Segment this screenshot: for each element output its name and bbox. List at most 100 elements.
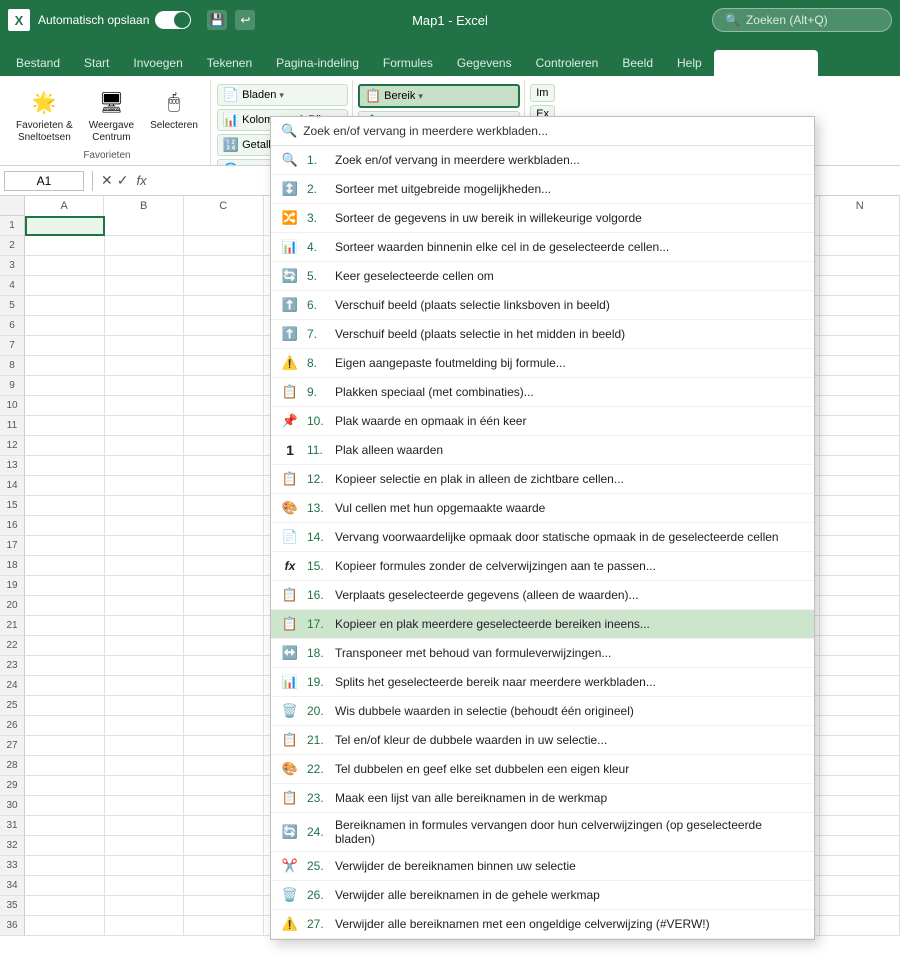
grid-cell[interactable]: [25, 576, 105, 596]
dropdown-item[interactable]: 📋9.Plakken speciaal (met combinaties)...: [271, 378, 814, 407]
grid-cell[interactable]: [184, 576, 264, 596]
grid-cell[interactable]: [820, 616, 900, 636]
grid-cell[interactable]: [25, 796, 105, 816]
grid-cell[interactable]: [820, 316, 900, 336]
grid-cell[interactable]: [820, 276, 900, 296]
grid-cell[interactable]: [820, 916, 900, 936]
grid-cell[interactable]: [820, 636, 900, 656]
grid-cell[interactable]: [184, 476, 264, 496]
grid-cell[interactable]: [184, 816, 264, 836]
dropdown-item[interactable]: 📋21.Tel en/of kleur de dubbele waarden i…: [271, 726, 814, 755]
grid-cell[interactable]: [25, 356, 105, 376]
grid-cell[interactable]: [820, 496, 900, 516]
grid-cell[interactable]: [184, 276, 264, 296]
grid-cell[interactable]: [105, 896, 185, 916]
dropdown-item[interactable]: 🗑️26.Verwijder alle bereiknamen in de ge…: [271, 881, 814, 910]
grid-cell[interactable]: [105, 476, 185, 496]
grid-cell[interactable]: [184, 236, 264, 256]
grid-cell[interactable]: [25, 716, 105, 736]
col-header-n[interactable]: N: [820, 196, 900, 216]
grid-cell[interactable]: [820, 576, 900, 596]
grid-cell[interactable]: [105, 576, 185, 596]
grid-cell[interactable]: [105, 736, 185, 756]
tab-asap-utilities[interactable]: ASAP Utilities: [714, 50, 818, 76]
grid-cell[interactable]: [25, 316, 105, 336]
bladen-button[interactable]: 📄 Bladen ▾: [217, 84, 348, 106]
search-box[interactable]: 🔍 Zoeken (Alt+Q): [712, 8, 892, 32]
col-header-a[interactable]: A: [25, 196, 105, 216]
grid-cell[interactable]: [25, 416, 105, 436]
grid-cell[interactable]: [25, 896, 105, 916]
grid-cell[interactable]: [25, 616, 105, 636]
grid-cell[interactable]: [184, 736, 264, 756]
undo-icon[interactable]: ↩: [235, 10, 255, 30]
dropdown-item[interactable]: 📌10.Plak waarde en opmaak in één keer: [271, 407, 814, 436]
grid-cell[interactable]: [820, 476, 900, 496]
grid-cell[interactable]: [105, 336, 185, 356]
tab-beeld[interactable]: Beeld: [610, 50, 665, 76]
grid-cell[interactable]: [184, 336, 264, 356]
grid-cell[interactable]: [820, 556, 900, 576]
grid-cell[interactable]: [820, 296, 900, 316]
grid-cell[interactable]: [105, 256, 185, 276]
grid-cell[interactable]: [105, 796, 185, 816]
grid-cell[interactable]: [184, 596, 264, 616]
grid-cell[interactable]: [25, 856, 105, 876]
grid-cell[interactable]: [820, 396, 900, 416]
grid-cell[interactable]: [820, 716, 900, 736]
dropdown-item[interactable]: 📊19.Splits het geselecteerde bereik naar…: [271, 668, 814, 697]
grid-cell[interactable]: [25, 916, 105, 936]
tab-invoegen[interactable]: Invoegen: [121, 50, 194, 76]
grid-cell[interactable]: [820, 896, 900, 916]
grid-cell[interactable]: [25, 216, 105, 236]
grid-cell[interactable]: [105, 856, 185, 876]
grid-cell[interactable]: [105, 416, 185, 436]
dropdown-item[interactable]: ✂️25.Verwijder de bereiknamen binnen uw …: [271, 852, 814, 881]
dropdown-item[interactable]: 📄14.Vervang voorwaardelijke opmaak door …: [271, 523, 814, 552]
tab-start[interactable]: Start: [72, 50, 121, 76]
grid-cell[interactable]: [184, 496, 264, 516]
dropdown-item[interactable]: ↔️18.Transponeer met behoud van formulev…: [271, 639, 814, 668]
grid-cell[interactable]: [25, 596, 105, 616]
grid-cell[interactable]: [105, 676, 185, 696]
grid-cell[interactable]: [105, 696, 185, 716]
dropdown-item[interactable]: 🎨22.Tel dubbelen en geef elke set dubbel…: [271, 755, 814, 784]
grid-cell[interactable]: [184, 896, 264, 916]
grid-cell[interactable]: [184, 876, 264, 896]
tab-gegevens[interactable]: Gegevens: [445, 50, 524, 76]
autosave-toggle[interactable]: [155, 11, 191, 29]
grid-cell[interactable]: [820, 256, 900, 276]
grid-cell[interactable]: [25, 496, 105, 516]
tab-formules[interactable]: Formules: [371, 50, 445, 76]
grid-cell[interactable]: [105, 276, 185, 296]
dropdown-item[interactable]: 📋23.Maak een lijst van alle bereiknamen …: [271, 784, 814, 813]
grid-cell[interactable]: [820, 436, 900, 456]
grid-cell[interactable]: [820, 776, 900, 796]
grid-cell[interactable]: [820, 736, 900, 756]
grid-cell[interactable]: [105, 716, 185, 736]
grid-cell[interactable]: [820, 336, 900, 356]
grid-cell[interactable]: [25, 836, 105, 856]
grid-cell[interactable]: [105, 236, 185, 256]
grid-cell[interactable]: [105, 616, 185, 636]
cross-icon[interactable]: ✕: [101, 172, 113, 189]
grid-cell[interactable]: [105, 456, 185, 476]
grid-cell[interactable]: [105, 636, 185, 656]
grid-cell[interactable]: [184, 756, 264, 776]
grid-cell[interactable]: [820, 456, 900, 476]
grid-cell[interactable]: [184, 856, 264, 876]
grid-cell[interactable]: [184, 376, 264, 396]
grid-cell[interactable]: [820, 756, 900, 776]
grid-cell[interactable]: [25, 736, 105, 756]
grid-cell[interactable]: [105, 396, 185, 416]
grid-cell[interactable]: [184, 216, 264, 236]
favorieten-sneltoetsen-button[interactable]: 🌟 Favorieten &Sneltoetsen: [10, 84, 79, 146]
grid-cell[interactable]: [105, 216, 185, 236]
grid-cell[interactable]: [25, 336, 105, 356]
grid-cell[interactable]: [184, 776, 264, 796]
grid-cell[interactable]: [105, 596, 185, 616]
col-header-c[interactable]: C: [184, 196, 264, 216]
checkmark-icon[interactable]: ✓: [117, 172, 129, 189]
grid-cell[interactable]: [105, 296, 185, 316]
grid-cell[interactable]: [105, 496, 185, 516]
